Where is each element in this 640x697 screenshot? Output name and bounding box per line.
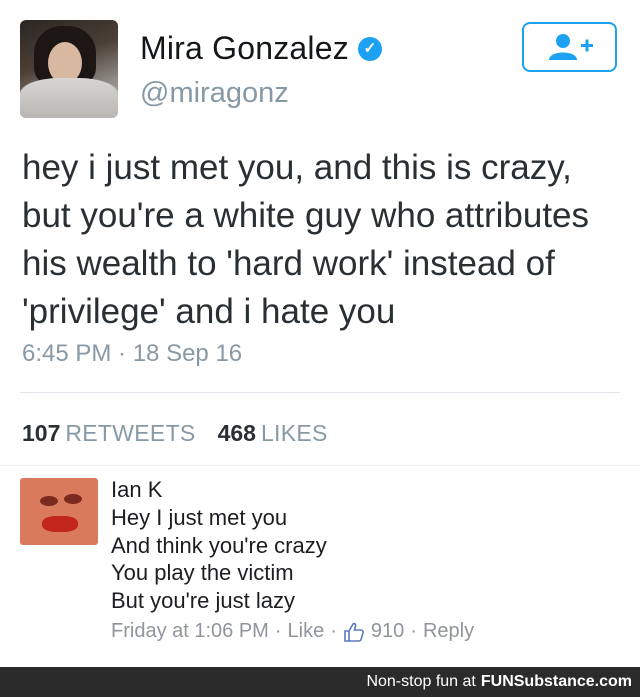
separator-dot: · <box>410 620 417 642</box>
footer-brand[interactable]: FUNSubstance.com <box>481 673 632 691</box>
retweets-label[interactable]: RETWEETS <box>65 420 195 447</box>
stats-divider <box>20 392 620 393</box>
reply-time[interactable]: Friday at 1:06 PM <box>111 620 269 643</box>
tweet-timestamp[interactable]: 6:45 PM · 18 Sep 16 <box>22 340 242 368</box>
avatar-eye <box>64 494 82 504</box>
reply-text-line: And think you're crazy <box>111 532 327 558</box>
reply-meta: Friday at 1:06 PM · Like · 910 · Reply <box>111 620 474 643</box>
footer-text: Non-stop fun at <box>366 673 476 690</box>
tweet-text: hey i just met you, and this is crazy, b… <box>22 144 622 336</box>
separator-dot: · <box>330 620 337 642</box>
tweet-text-line: 'privilege' and i hate you <box>22 292 396 331</box>
reply-author-name[interactable]: Ian K <box>111 477 162 503</box>
reply-avatar[interactable] <box>20 478 98 545</box>
avatar-blanket <box>20 78 118 118</box>
retweets-count[interactable]: 107 <box>22 420 60 447</box>
tweet-text-line: but you're a white guy who attributes <box>22 196 590 235</box>
tweet-text-line: his wealth to 'hard work' instead of <box>22 244 555 283</box>
avatar-eye <box>40 496 58 506</box>
reply-text-line: But you're just lazy <box>111 587 295 613</box>
avatar-mouth <box>42 516 78 532</box>
thumbs-up-icon <box>344 622 364 642</box>
profile-avatar[interactable] <box>20 20 118 118</box>
author-name[interactable]: Mira Gonzalez <box>140 30 349 67</box>
tweet-text-line: hey i just met you, and this is crazy, <box>22 148 572 187</box>
verified-badge-icon: ✓ <box>357 36 382 61</box>
likes-label[interactable]: LIKES <box>261 420 328 447</box>
follow-button[interactable] <box>522 22 617 72</box>
separator-dot: · <box>274 620 282 642</box>
tweet-stats: 107 RETWEETS 468 LIKES <box>22 420 328 447</box>
like-count[interactable]: 910 <box>371 620 404 643</box>
add-user-icon <box>548 34 593 60</box>
author-handle[interactable]: @miragonz <box>140 77 289 110</box>
reply-text-line: You play the victim <box>111 560 294 585</box>
section-divider <box>0 465 640 466</box>
author-row: Mira Gonzalez ✓ <box>140 30 382 67</box>
reply-text-line: Hey I just met you <box>111 505 288 530</box>
reply-text: Hey I just met you And think you're craz… <box>111 504 327 614</box>
reply-link[interactable]: Reply <box>423 620 474 643</box>
likes-count[interactable]: 468 <box>218 420 256 447</box>
watermark-footer: Non-stop fun at FUNSubstance.com <box>0 667 640 697</box>
like-link[interactable]: Like <box>288 620 325 643</box>
